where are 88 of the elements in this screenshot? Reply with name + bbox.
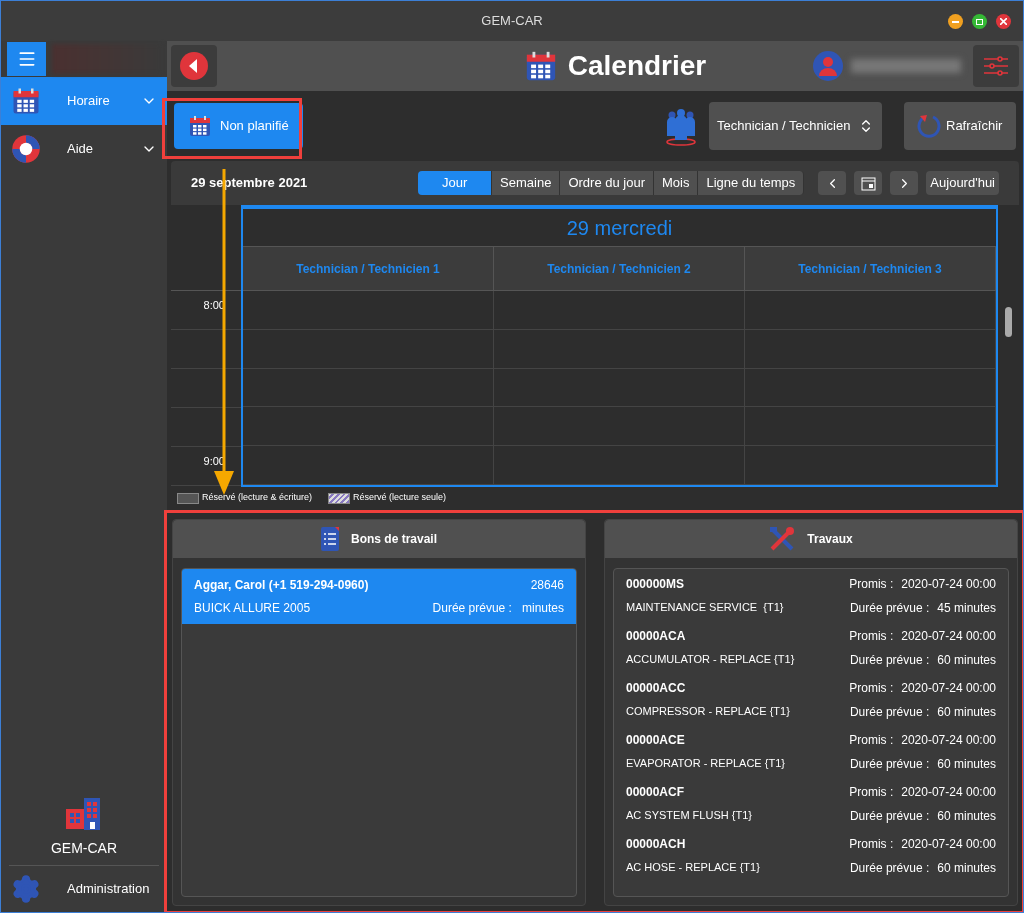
view-tab[interactable]: Mois <box>654 171 699 195</box>
job-code: 000000MS <box>626 576 685 593</box>
column-header: Technician / Technicien 1 <box>243 247 494 290</box>
view-tab[interactable]: Ligne du temps <box>698 171 805 195</box>
calendar-icon <box>860 175 876 191</box>
promised-date: 2020-07-24 00:00 <box>901 576 996 593</box>
duration-value: 60 minutes <box>937 808 996 825</box>
back-button[interactable] <box>171 45 217 87</box>
sidebar-item[interactable]: Horaire <box>1 77 167 125</box>
calendar-icon <box>11 86 41 116</box>
lifebuoy-icon <box>11 134 41 164</box>
duration-label: Durée prévue : <box>849 652 930 669</box>
duration-value: 60 minutes <box>937 756 996 773</box>
job-description: EVAPORATOR - REPLACE {T1} <box>626 756 785 771</box>
duration-value: 60 minutes <box>937 704 996 721</box>
calendar-icon <box>188 114 212 138</box>
page-title: Calendrier <box>567 49 707 83</box>
date-picker-button[interactable] <box>854 171 883 195</box>
close-button[interactable] <box>996 14 1011 29</box>
brand-name: GEM-CAR <box>50 839 118 858</box>
duration-label: Durée prévue : <box>849 704 930 721</box>
promised-label: Promis : <box>849 784 894 801</box>
job-description: AC HOSE - REPLACE {T1} <box>626 860 760 875</box>
duration-value: 45 minutes <box>937 600 996 617</box>
promised-date: 2020-07-24 00:00 <box>901 680 996 697</box>
customer-name: Aggar, Carol (+1 519-294-0960) <box>194 577 369 594</box>
user-avatar-icon <box>813 51 843 81</box>
job-code: 00000ACF <box>626 784 685 801</box>
maximize-button[interactable] <box>972 14 987 29</box>
today-button[interactable]: Aujourd'hui <box>926 171 999 195</box>
sliders-icon <box>984 55 1008 77</box>
vehicle: BUICK ALLURE 2005 <box>194 600 311 617</box>
view-tab[interactable]: Jour <box>418 171 493 195</box>
administration-item[interactable]: Administration <box>1 866 167 912</box>
menu-button[interactable] <box>7 42 46 76</box>
duration-value: 60 minutes <box>937 652 996 669</box>
view-tab[interactable]: Semaine <box>492 171 561 195</box>
job-code: 00000ACH <box>626 836 686 853</box>
promised-label: Promis : <box>849 628 894 645</box>
legend-swatch <box>177 492 199 504</box>
duration-value: minutes <box>521 600 564 617</box>
duration-label: Durée prévue : <box>849 756 930 773</box>
refresh-button[interactable]: Rafraîchir <box>904 102 1016 150</box>
unplanned-button[interactable]: Non planifié <box>174 103 303 149</box>
legend-swatch <box>328 492 351 504</box>
panel-title: Travaux <box>807 531 853 548</box>
legend-label: Réservé (lecture seule) <box>353 491 447 505</box>
promised-label: Promis : <box>849 732 894 749</box>
promised-label: Promis : <box>849 576 894 593</box>
promised-date: 2020-07-24 00:00 <box>901 784 996 801</box>
next-button[interactable] <box>890 171 919 195</box>
promised-label: Promis : <box>849 836 894 853</box>
promised-label: Promis : <box>849 680 894 697</box>
team-icon <box>665 106 697 146</box>
resource-select[interactable]: Technician / Technicien <box>709 102 882 150</box>
tools-icon <box>769 526 796 552</box>
work-order-item[interactable]: Aggar, Carol (+1 519-294-0960) 28646 BUICK ALLURE 2005 Durée prévue : minutes <box>182 569 576 624</box>
job-description: COMPRESSOR - REPLACE {T1} <box>626 704 790 719</box>
legend-label: Réservé (lecture & écriture) <box>202 491 313 505</box>
buildings-icon <box>66 796 102 832</box>
promised-date: 2020-07-24 00:00 <box>901 732 996 749</box>
previous-button[interactable] <box>818 171 847 195</box>
job-description: MAINTENANCE SERVICE {T1} <box>626 600 784 615</box>
scrollbar-thumb[interactable] <box>1005 307 1012 337</box>
job-description: ACCUMULATOR - REPLACE {T1} <box>626 652 795 667</box>
job-code: 00000ACA <box>626 628 686 645</box>
column-header: Technician / Technicien 3 <box>745 247 996 290</box>
promised-date: 2020-07-24 00:00 <box>901 628 996 645</box>
close-icon <box>1000 18 1007 25</box>
work-order-number: 28646 <box>530 577 564 594</box>
promised-date: 2020-07-24 00:00 <box>901 836 996 853</box>
refresh-icon <box>916 113 942 139</box>
duration-label: Durée prévue : <box>849 860 930 877</box>
window-title: GEM-CAR <box>481 12 543 31</box>
gear-icon <box>11 874 41 904</box>
duration-label: Durée prévue : <box>849 600 930 617</box>
panel-title: Bons de travail <box>351 531 437 548</box>
duration-label: Durée prévue : <box>849 808 930 825</box>
job-code: 00000ACE <box>626 732 685 749</box>
duration-label: Durée prévue : <box>432 600 512 617</box>
column-header: Technician / Technicien 2 <box>494 247 745 290</box>
view-tab[interactable]: Ordre du jour <box>560 171 654 195</box>
checklist-icon <box>321 527 339 551</box>
minimize-button[interactable] <box>948 14 963 29</box>
duration-value: 60 minutes <box>937 860 996 877</box>
job-description: AC SYSTEM FLUSH {T1} <box>626 808 752 823</box>
day-heading: 29 mercredi <box>566 215 673 241</box>
job-code: 00000ACC <box>626 680 686 697</box>
